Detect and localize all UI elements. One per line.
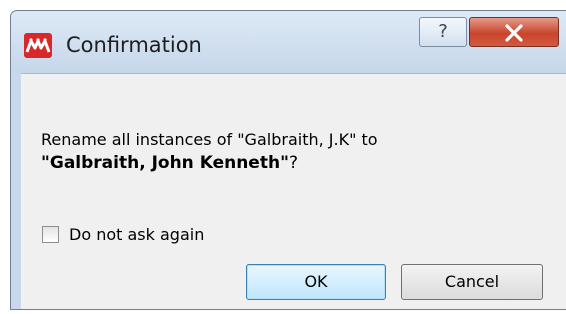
new-name-close-quote: ": [280, 153, 289, 173]
help-button[interactable]: ?: [419, 17, 467, 47]
question-mark: ?: [288, 153, 298, 173]
confirmation-dialog: Confirmation ? Rename all instances of "…: [10, 10, 566, 310]
close-icon: [505, 24, 523, 42]
do-not-ask-checkbox[interactable]: [42, 226, 59, 243]
help-icon: ?: [438, 21, 448, 42]
app-logo-icon: [24, 33, 52, 58]
new-name-open-quote: ": [41, 153, 50, 173]
ok-button[interactable]: OK: [246, 264, 386, 300]
message-new-name: "Galbraith, John Kenneth"?: [41, 153, 298, 173]
do-not-ask-label[interactable]: Do not ask again: [69, 225, 204, 244]
close-button[interactable]: [469, 17, 559, 47]
title-bar[interactable]: Confirmation ?: [11, 11, 566, 73]
new-name-bold: Galbraith, John Kenneth: [49, 153, 281, 173]
dialog-title: Confirmation: [66, 33, 202, 57]
dialog-body: Rename all instances of "Galbraith, J.K"…: [21, 73, 566, 309]
message-text: Rename all instances of "Galbraith, J.K"…: [41, 130, 378, 149]
cancel-button[interactable]: Cancel: [401, 264, 543, 300]
